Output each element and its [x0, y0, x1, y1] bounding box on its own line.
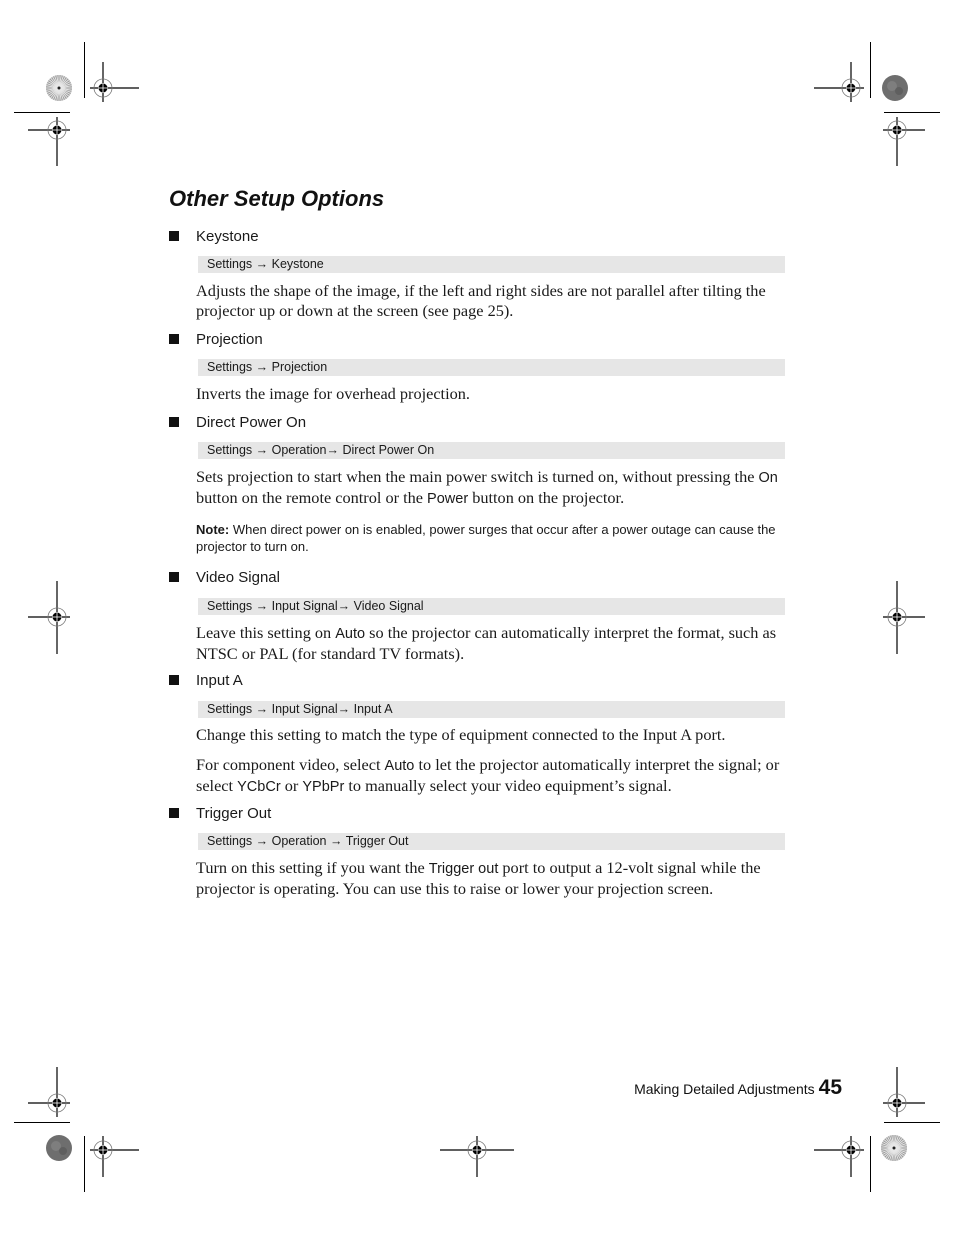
registration-crosshair-icon: [440, 1136, 514, 1177]
registration-crosshair-icon: [28, 581, 70, 654]
description-projection: Inverts the image for overhead projectio…: [196, 384, 470, 403]
starburst-target-icon: [46, 75, 72, 101]
description-direct-power-on: Sets projection to start when the main p…: [196, 467, 786, 509]
heading-label: Video Signal: [196, 569, 280, 586]
text-run: to manually select your video equipment’…: [344, 776, 672, 795]
section-heading-keystone: Keystone: [169, 228, 259, 246]
ui-term-auto: Auto: [384, 758, 415, 774]
bullet-icon: [169, 417, 179, 427]
ui-term-ycbcr: YCbCr: [237, 779, 281, 795]
heading-label: Keystone: [196, 228, 259, 245]
note-direct-power-on: Note: When direct power on is enabled, p…: [196, 521, 786, 555]
text-run: button on the projector.: [468, 488, 625, 507]
text-run: or: [280, 776, 303, 795]
registration-crosshair-icon: [883, 117, 925, 166]
starburst-target-icon: [881, 1135, 907, 1161]
gray-density-disc-icon: [882, 75, 908, 101]
section-heading-projection: Projection: [169, 331, 263, 349]
crop-mark-line: [84, 1136, 85, 1192]
text-run: For component video, select: [196, 755, 385, 774]
crop-mark-line: [14, 112, 70, 113]
text-run: button on the remote control or the: [196, 488, 428, 507]
section-heading-input-a: Input A: [169, 672, 243, 690]
crop-mark-line: [14, 1122, 70, 1123]
section-heading-direct-power-on: Direct Power On: [169, 414, 306, 432]
ui-term-on: On: [758, 470, 778, 486]
registration-crosshair-icon: [814, 62, 864, 102]
text-run: Sets projection to start when the main p…: [196, 467, 759, 486]
note-label: Note:: [196, 522, 230, 537]
description-trigger-out: Turn on this setting if you want the Tri…: [196, 858, 786, 899]
heading-label: Input A: [196, 672, 243, 689]
bullet-icon: [169, 334, 179, 344]
registration-crosshair-icon: [883, 1067, 925, 1117]
bullet-icon: [169, 675, 179, 685]
menu-path-direct-power-on: Settings → Operation→ Direct Power On: [198, 442, 785, 459]
registration-crosshair-icon: [814, 1136, 864, 1177]
page-number: 45: [818, 1076, 842, 1099]
heading-label: Trigger Out: [196, 805, 272, 822]
bullet-icon: [169, 808, 179, 818]
ui-term-ypbpr: YPbPr: [302, 779, 345, 795]
description-input-a: Change this setting to match the type of…: [196, 725, 726, 744]
section-heading-video-signal: Video Signal: [169, 569, 280, 587]
menu-path-input-a: Settings → Input Signal→ Input A: [198, 701, 785, 718]
page-footer: Making Detailed Adjustments 45: [560, 1076, 842, 1100]
registration-crosshair-icon: [90, 62, 139, 102]
ui-term-trigger-out: Trigger out: [428, 861, 499, 877]
crop-mark-line: [884, 1122, 940, 1123]
text-run: Leave this setting on: [196, 623, 336, 642]
ui-term-power: Power: [427, 491, 469, 507]
description-video-signal: Leave this setting on Auto so the projec…: [196, 623, 786, 664]
crop-mark-line: [870, 42, 871, 98]
page-title: Other Setup Options: [169, 186, 385, 211]
menu-path-projection: Settings → Projection: [198, 359, 785, 376]
bullet-icon: [169, 572, 179, 582]
description-keystone: Adjusts the shape of the image, if the l…: [196, 281, 766, 320]
footer-chapter-title: Making Detailed Adjustments: [634, 1081, 815, 1097]
menu-path-keystone: Settings → Keystone: [198, 256, 785, 273]
registration-crosshair-icon: [883, 581, 925, 654]
gray-density-disc-icon: [46, 1135, 72, 1161]
crop-mark-line: [884, 112, 940, 113]
crop-mark-line: [870, 1136, 871, 1192]
text-run: Turn on this setting if you want the: [196, 858, 429, 877]
menu-path-trigger-out: Settings → Operation → Trigger Out: [198, 833, 785, 850]
note-text: When direct power on is enabled, power s…: [196, 522, 776, 554]
registration-crosshair-icon: [28, 117, 70, 166]
registration-crosshair-icon: [90, 1136, 139, 1177]
description-input-a-component: For component video, select Auto to let …: [196, 755, 786, 797]
ui-term-auto: Auto: [335, 626, 366, 642]
section-heading-trigger-out: Trigger Out: [169, 805, 271, 823]
registration-crosshair-icon: [28, 1067, 70, 1117]
heading-label: Projection: [196, 331, 263, 348]
menu-path-video-signal: Settings → Input Signal→ Video Signal: [198, 598, 785, 615]
bullet-icon: [169, 231, 179, 241]
heading-label: Direct Power On: [196, 414, 307, 431]
crop-mark-line: [84, 42, 85, 98]
